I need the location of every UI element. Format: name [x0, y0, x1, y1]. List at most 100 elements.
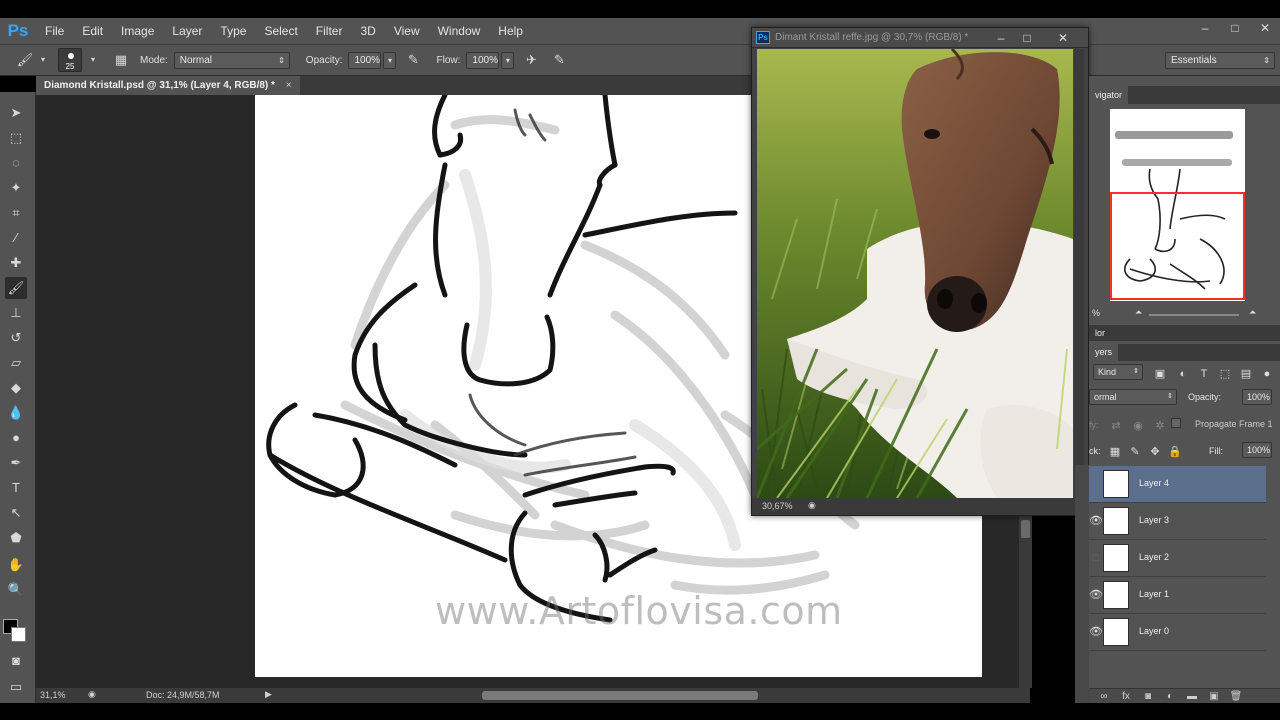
unify-visibility-icon[interactable]: ◉: [1131, 419, 1145, 433]
eyedropper-tool-icon[interactable]: ⁄: [5, 227, 27, 249]
brush-tool-icon[interactable]: 🖌: [5, 277, 27, 299]
status-info-icon[interactable]: ◉: [88, 689, 96, 700]
scroll-thumb[interactable]: [1021, 520, 1030, 538]
maximize-button[interactable]: □: [1014, 29, 1040, 47]
menu-type[interactable]: Type: [211, 24, 255, 38]
layer-row-layer-0[interactable]: 👁 Layer 0: [1089, 614, 1266, 651]
close-tab-icon[interactable]: ×: [286, 80, 292, 91]
status-zoom[interactable]: 31,1%: [40, 690, 66, 700]
dodge-tool-icon[interactable]: ●: [5, 427, 27, 449]
quick-mask-icon[interactable]: ◙: [5, 650, 27, 672]
flow-field[interactable]: 100%: [466, 51, 500, 69]
new-adjustment-icon[interactable]: ◐: [1163, 690, 1177, 703]
zoom-tool-icon[interactable]: 🔍: [5, 579, 27, 601]
menu-help[interactable]: Help: [489, 24, 532, 38]
navigator-tab[interactable]: vigator: [1089, 86, 1129, 104]
navigator-zoom-slider[interactable]: [1149, 314, 1239, 316]
status-menu-arrow-icon[interactable]: ▶: [265, 689, 272, 700]
propagate-checkbox[interactable]: [1171, 418, 1181, 428]
opacity-dropdown[interactable]: ▾: [383, 51, 397, 69]
move-tool-icon[interactable]: ➤: [5, 102, 27, 124]
shape-filter-icon[interactable]: ⬚: [1218, 367, 1232, 381]
airbrush-icon[interactable]: ✈: [520, 49, 542, 71]
blend-mode-select[interactable]: ormal ⇕: [1089, 389, 1177, 405]
eye-icon[interactable]: 👁: [1089, 514, 1103, 528]
menu-image[interactable]: Image: [112, 24, 163, 38]
lock-pixels-icon[interactable]: ✎: [1128, 445, 1142, 459]
horizontal-scroll-thumb[interactable]: [482, 691, 758, 700]
pressure-opacity-icon[interactable]: ✎: [402, 49, 424, 71]
link-layers-icon[interactable]: ∞: [1097, 690, 1111, 703]
close-button[interactable]: ✕: [1250, 18, 1280, 38]
reference-zoom[interactable]: 30,67%: [762, 501, 793, 511]
hand-tool-icon[interactable]: ✋: [5, 554, 27, 576]
healing-tool-icon[interactable]: ✚: [5, 252, 27, 274]
type-filter-icon[interactable]: T: [1197, 367, 1211, 381]
lock-position-icon[interactable]: ✥: [1148, 445, 1162, 459]
layer-row-layer-4[interactable]: Layer 4: [1089, 466, 1266, 503]
background-color-swatch[interactable]: [11, 627, 26, 642]
brush-preset-picker[interactable]: 25: [58, 48, 82, 72]
clone-stamp-tool-icon[interactable]: ⊥: [5, 302, 27, 324]
opacity-field[interactable]: 100%: [348, 51, 382, 69]
smart-object-filter-icon[interactable]: ▤: [1239, 367, 1253, 381]
menu-view[interactable]: View: [385, 24, 429, 38]
workspace-select[interactable]: Essentials ⇕: [1165, 52, 1275, 69]
unify-position-icon[interactable]: ⇄: [1109, 419, 1123, 433]
navigator-view-box[interactable]: [1110, 192, 1245, 300]
delete-layer-icon[interactable]: 🗑: [1229, 690, 1243, 703]
minimize-button[interactable]: –: [988, 29, 1014, 47]
reference-window-titlebar[interactable]: Ps Dimant Kristall reffe.jpg @ 30,7% (RG…: [752, 28, 1088, 48]
lock-all-icon[interactable]: 🔒: [1168, 445, 1182, 459]
screen-mode-icon[interactable]: ▭: [5, 676, 27, 698]
crop-tool-icon[interactable]: ⌗: [5, 202, 27, 224]
color-tab[interactable]: lor: [1089, 325, 1111, 341]
layer-style-icon[interactable]: fx: [1119, 690, 1133, 703]
menu-3d[interactable]: 3D: [351, 24, 384, 38]
blur-tool-icon[interactable]: 💧: [5, 402, 27, 424]
reference-scrollbar[interactable]: [1074, 49, 1084, 498]
layer-row-layer-3[interactable]: 👁 Layer 3: [1089, 503, 1266, 540]
chevron-down-icon[interactable]: ▾: [32, 49, 54, 71]
eye-icon[interactable]: [1089, 477, 1103, 491]
adjustment-filter-icon[interactable]: ◐: [1176, 367, 1190, 381]
menu-filter[interactable]: Filter: [307, 24, 352, 38]
pen-tool-icon[interactable]: ✒: [5, 452, 27, 474]
brush-panel-toggle-icon[interactable]: ▦: [110, 49, 132, 71]
layer-row-layer-2[interactable]: □ Layer 2: [1089, 540, 1266, 577]
history-brush-tool-icon[interactable]: ↺: [5, 327, 27, 349]
eye-icon[interactable]: 👁: [1089, 625, 1103, 639]
type-tool-icon[interactable]: T: [5, 477, 27, 499]
add-mask-icon[interactable]: ◙: [1141, 690, 1155, 703]
maximize-button[interactable]: □: [1220, 18, 1250, 38]
mode-select[interactable]: Normal ⇕: [173, 51, 290, 69]
menu-edit[interactable]: Edit: [73, 24, 112, 38]
new-group-icon[interactable]: ▬: [1185, 690, 1199, 703]
pressure-size-icon[interactable]: ✎: [548, 49, 570, 71]
path-select-tool-icon[interactable]: ↖: [5, 502, 27, 524]
eye-hidden-icon[interactable]: □: [1089, 551, 1103, 565]
minimize-button[interactable]: –: [1190, 18, 1220, 38]
chevron-down-icon[interactable]: ▾: [82, 49, 104, 71]
layer-row-layer-1[interactable]: 👁 Layer 1: [1089, 577, 1266, 614]
layers-tab[interactable]: yers: [1089, 344, 1119, 361]
filter-toggle-icon[interactable]: ●: [1260, 367, 1274, 381]
shape-tool-icon[interactable]: ⬟: [5, 527, 27, 549]
unify-style-icon[interactable]: ✲: [1153, 419, 1167, 433]
zoom-in-icon[interactable]: ⏶: [1249, 307, 1256, 318]
marquee-tool-icon[interactable]: ⬚: [5, 127, 27, 149]
fill-field[interactable]: 100%: [1242, 442, 1272, 458]
eye-icon[interactable]: 👁: [1089, 588, 1103, 602]
flow-dropdown[interactable]: ▾: [501, 51, 515, 69]
close-button[interactable]: ✕: [1050, 29, 1076, 47]
zoom-out-icon[interactable]: ⏶: [1135, 307, 1142, 318]
paint-bucket-tool-icon[interactable]: ◆: [5, 377, 27, 399]
menu-window[interactable]: Window: [429, 24, 490, 38]
status-info-icon[interactable]: ◉: [808, 500, 816, 511]
menu-select[interactable]: Select: [255, 24, 306, 38]
navigator-zoom-value[interactable]: %: [1092, 308, 1100, 318]
eraser-tool-icon[interactable]: ▱: [5, 352, 27, 374]
layer-kind-filter[interactable]: Kind ⇕: [1093, 364, 1143, 380]
menu-file[interactable]: File: [36, 24, 73, 38]
pixel-filter-icon[interactable]: ▣: [1153, 367, 1167, 381]
